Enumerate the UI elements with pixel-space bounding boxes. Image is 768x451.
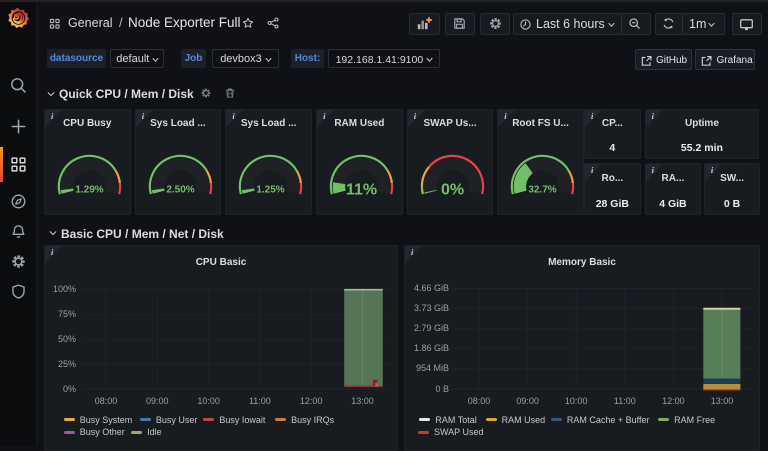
svg-text:32.7%: 32.7%: [529, 185, 557, 196]
svg-text:2.50%: 2.50%: [166, 185, 194, 196]
svg-text:1.25%: 1.25%: [257, 185, 285, 196]
svg-text:0%: 0%: [441, 182, 464, 199]
svg-text:11%: 11%: [346, 182, 377, 199]
svg-text:1.29%: 1.29%: [75, 185, 103, 196]
